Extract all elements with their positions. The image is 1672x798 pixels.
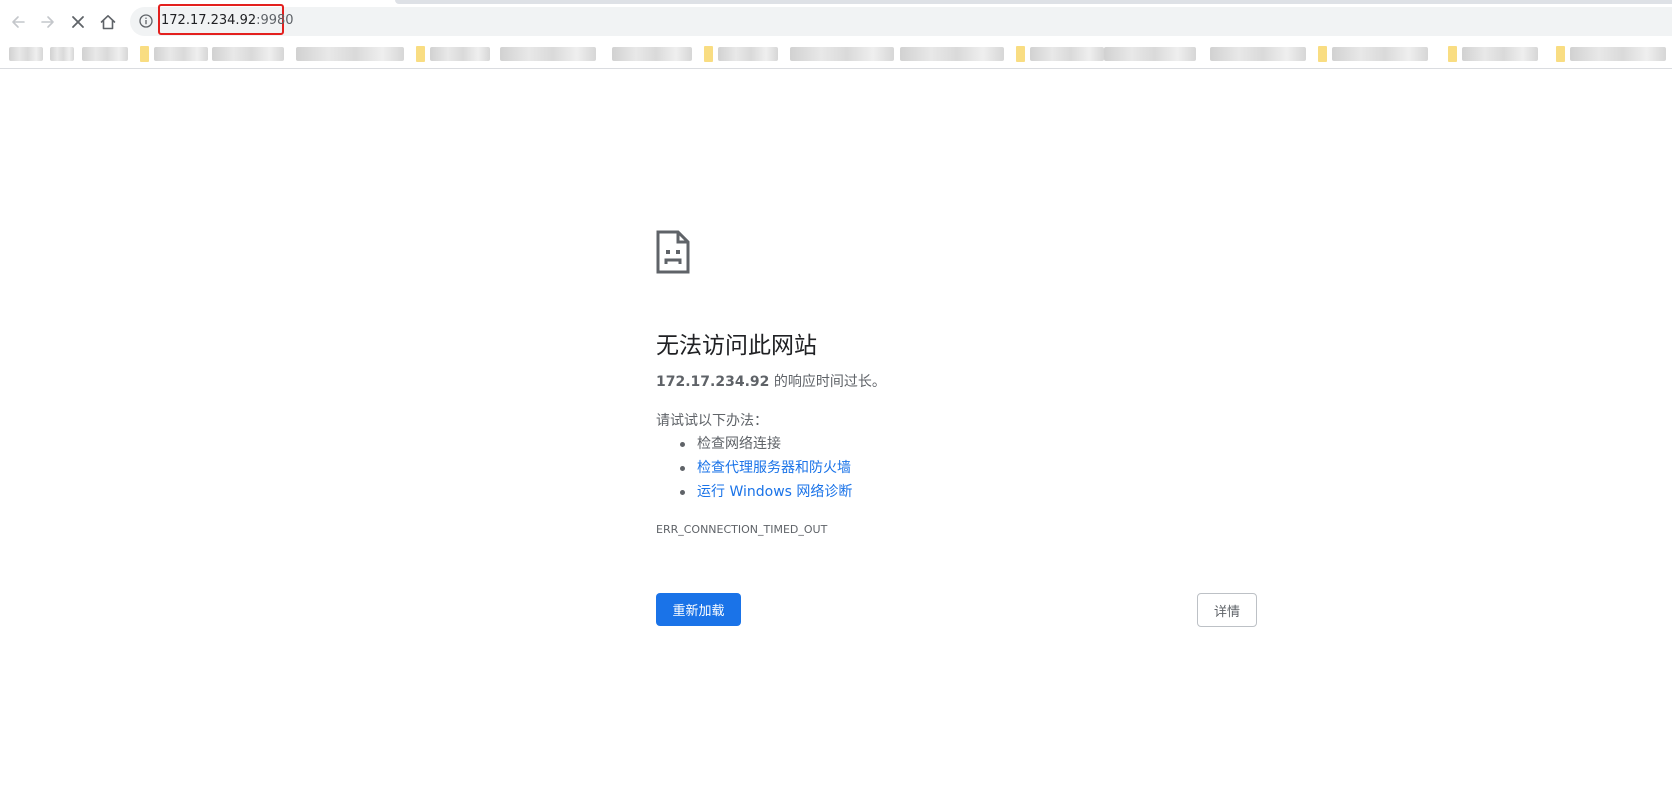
suggestion-check-proxy-link[interactable]: 检查代理服务器和防火墙 <box>656 456 852 480</box>
folder-icon <box>1318 46 1327 62</box>
info-icon[interactable] <box>139 14 153 28</box>
bookmark-item[interactable] <box>612 43 692 65</box>
suggestion-run-diagnostics-link[interactable]: 运行 Windows 网络诊断 <box>656 480 852 504</box>
stop-button[interactable] <box>65 9 91 35</box>
folder-icon <box>1448 46 1457 62</box>
bookmark-folder[interactable] <box>1016 43 1104 65</box>
bookmark-item[interactable] <box>212 43 284 65</box>
bookmark-folder[interactable] <box>1556 43 1666 65</box>
bookmark-item[interactable] <box>9 43 43 65</box>
url-host: 172.17.234.92 <box>161 13 257 28</box>
folder-icon <box>704 46 713 62</box>
folder-icon <box>1016 46 1025 62</box>
bookmark-folder[interactable] <box>1318 43 1428 65</box>
omnibox[interactable]: 172.17.234.92:9980 <box>130 4 1672 36</box>
bookmark-item[interactable] <box>1104 43 1196 65</box>
address-text[interactable]: 172.17.234.92:9980 <box>161 13 294 29</box>
bookmark-item[interactable] <box>900 43 1004 65</box>
bookmark-folder[interactable] <box>704 43 778 65</box>
reload-button[interactable]: 重新加载 <box>656 593 741 626</box>
sad-page-icon <box>656 230 690 274</box>
folder-icon <box>416 46 425 62</box>
browser-toolbar: 172.17.234.92:9980 <box>0 4 1672 38</box>
back-arrow-icon <box>12 16 25 28</box>
bookmark-item[interactable] <box>82 43 128 65</box>
bookmark-item[interactable] <box>50 43 74 65</box>
url-port: :9980 <box>256 13 294 28</box>
suggestion-check-connection: 检查网络连接 <box>656 432 852 456</box>
forward-arrow-icon <box>41 16 54 28</box>
home-button[interactable] <box>95 9 121 35</box>
bookmark-item[interactable] <box>1210 43 1306 65</box>
back-button[interactable] <box>5 9 31 35</box>
bookmark-item[interactable] <box>296 43 404 65</box>
bookmark-folder[interactable] <box>140 43 208 65</box>
folder-icon <box>140 46 149 62</box>
bookmark-folder[interactable] <box>416 43 490 65</box>
error-heading: 无法访问此网站 <box>656 333 817 359</box>
bookmark-item[interactable] <box>500 43 596 65</box>
folder-icon <box>1556 46 1565 62</box>
suggestions-label: 请试试以下办法： <box>656 413 768 429</box>
bookmark-item[interactable] <box>790 43 894 65</box>
bookmark-folder[interactable] <box>1448 43 1538 65</box>
error-description: 172.17.234.92 的响应时间过长。 <box>656 371 886 391</box>
tab-strip-bar <box>395 0 1672 4</box>
forward-button[interactable] <box>35 9 61 35</box>
error-host: 172.17.234.92 <box>656 374 770 390</box>
error-description-text: 的响应时间过长。 <box>769 374 886 390</box>
bookmarks-bar <box>0 38 1672 69</box>
details-button[interactable]: 详情 <box>1197 593 1257 627</box>
error-code: ERR_CONNECTION_TIMED_OUT <box>656 523 828 536</box>
suggestions-list: 检查网络连接 检查代理服务器和防火墙 运行 Windows 网络诊断 <box>656 432 852 504</box>
stop-x-icon <box>72 16 84 28</box>
home-icon <box>100 15 116 30</box>
